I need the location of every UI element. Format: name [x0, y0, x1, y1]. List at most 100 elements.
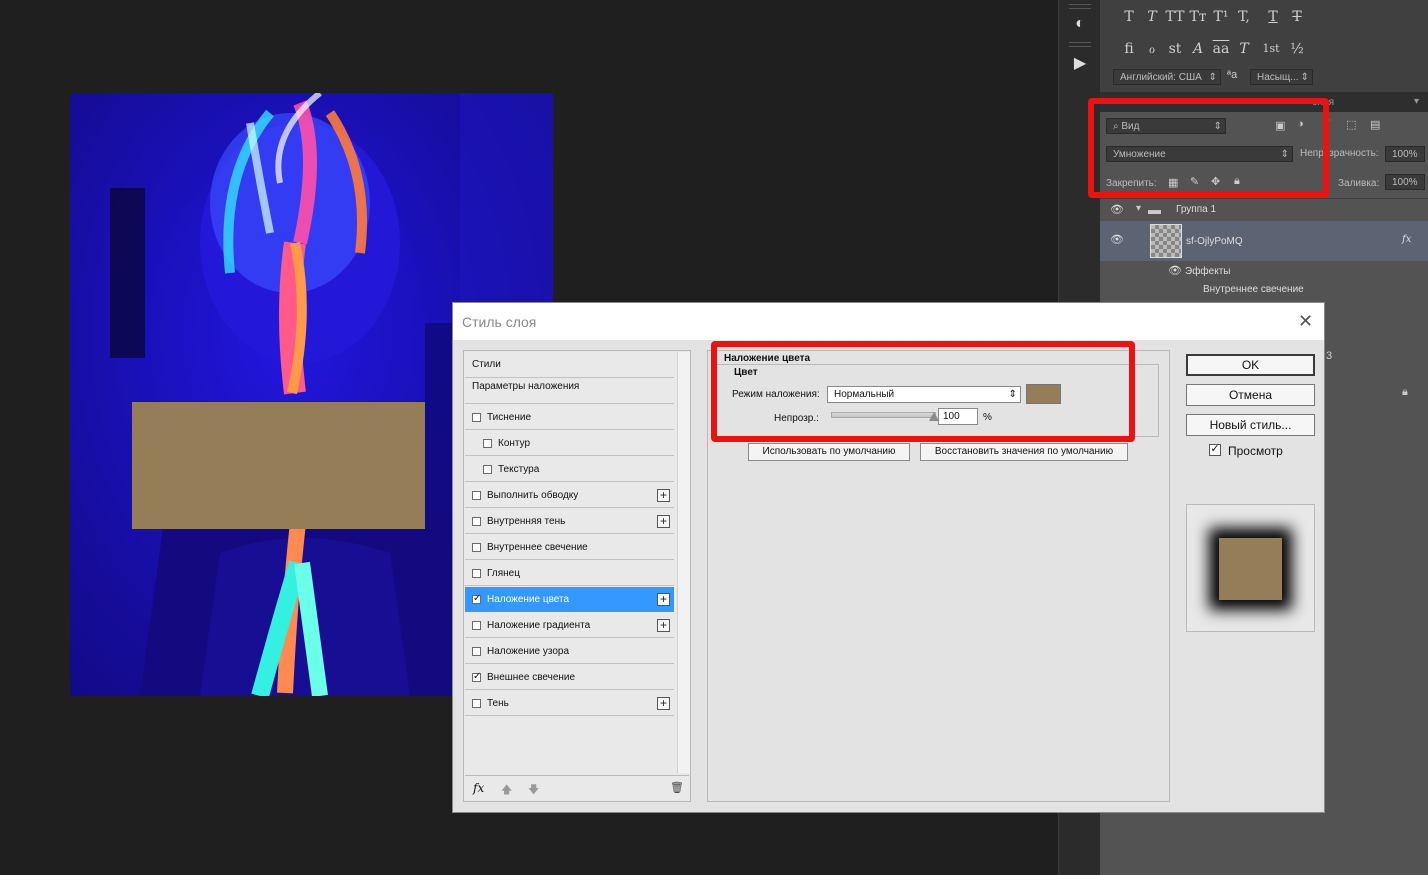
group-name: Группа 1: [1176, 204, 1217, 215]
style-checkbox[interactable]: [472, 491, 481, 500]
opacity-field[interactable]: 100%: [1385, 146, 1425, 162]
character-panel: T T TT Tт T¹ T, T T fi ℴ st A aa T 1st ½…: [1100, 0, 1428, 92]
old-style-icon[interactable]: ℴ: [1141, 38, 1163, 60]
style-list-item[interactable]: Наложение градиента +: [465, 613, 674, 638]
titling-alternates-icon[interactable]: T: [1233, 38, 1255, 60]
move-down-icon[interactable]: 🡇: [528, 781, 539, 800]
style-list-item[interactable]: Внутренняя тень +: [465, 509, 674, 534]
antialias-select[interactable]: Насыщ... ⇕: [1250, 69, 1313, 85]
style-checkbox[interactable]: [472, 569, 481, 578]
add-style-plus-icon[interactable]: +: [657, 697, 670, 710]
styles-list: Стили Параметры наложения Тиснение Контур…: [463, 350, 691, 802]
effect-name: Внутреннее свечение: [1203, 284, 1304, 295]
list-item-label: Параметры наложения: [472, 381, 580, 392]
layer-name: sf-OjlyPoMQ: [1186, 236, 1243, 247]
fx-badge[interactable]: fx: [1402, 234, 1411, 245]
cancel-button[interactable]: Отмена: [1186, 384, 1315, 406]
ligatures-icon[interactable]: fi: [1118, 38, 1140, 60]
list-item-label: Стили: [472, 359, 501, 370]
visibility-eye-icon[interactable]: 👁︎: [1110, 235, 1124, 246]
style-list-item[interactable]: Тиснение: [465, 405, 674, 430]
effects-label: Эффекты: [1185, 266, 1231, 277]
expand-triangle-icon[interactable]: ▾: [1136, 203, 1141, 214]
opacity-value: 100%: [1392, 149, 1418, 160]
style-list-item[interactable]: ✓ Внешнее свечение: [465, 665, 674, 690]
add-style-plus-icon[interactable]: +: [657, 489, 670, 502]
dock-grip[interactable]: [1069, 42, 1091, 47]
style-list-item[interactable]: Выполнить обводку +: [465, 483, 674, 508]
style-preview: [1186, 504, 1315, 632]
list-item-blending-options[interactable]: Параметры наложения: [465, 378, 674, 404]
style-list-item[interactable]: ✓ Наложение цвета +: [465, 587, 674, 612]
restore-default-button[interactable]: Восстановить значения по умолчанию: [920, 443, 1128, 461]
style-list-item[interactable]: Глянец: [465, 561, 674, 586]
style-list-item-label: Наложение узора: [487, 646, 570, 657]
style-checkbox[interactable]: ✓: [472, 594, 481, 604]
visibility-eye-icon[interactable]: 👁︎: [1110, 205, 1124, 216]
play-actions-icon[interactable]: ▶: [1067, 54, 1093, 74]
list-scrollbar[interactable]: [677, 352, 690, 773]
adjustments-icon[interactable]: ◐: [1067, 14, 1093, 34]
faux-bold-icon[interactable]: T: [1118, 6, 1140, 28]
add-style-plus-icon[interactable]: +: [657, 515, 670, 528]
small-caps-icon[interactable]: Tт: [1187, 6, 1209, 28]
highlight-box-layers: [1088, 98, 1329, 198]
style-list-item[interactable]: Внутреннее свечение: [465, 535, 674, 560]
stylistic-alternates-icon[interactable]: aa: [1210, 38, 1232, 60]
style-checkbox[interactable]: [483, 465, 492, 474]
list-item-styles[interactable]: Стили: [465, 352, 674, 378]
style-checkbox[interactable]: [472, 621, 481, 630]
fractions-icon[interactable]: ½: [1286, 38, 1308, 60]
strikethrough-icon[interactable]: T: [1286, 6, 1308, 28]
style-list-item[interactable]: Наложение узора: [465, 639, 674, 664]
style-checkbox[interactable]: [472, 699, 481, 708]
ordinals-icon[interactable]: 1st: [1260, 38, 1282, 60]
fx-menu-button[interactable]: fx: [473, 781, 484, 795]
style-checkbox[interactable]: [472, 647, 481, 656]
ok-button[interactable]: OK: [1186, 354, 1315, 376]
effects-row[interactable]: 👁︎ Эффекты: [1100, 263, 1428, 281]
folder-icon: ▬: [1148, 202, 1161, 217]
style-list-item-label: Внешнее свечение: [487, 672, 576, 683]
layer-thumbnail: [1150, 224, 1182, 258]
superscript-icon[interactable]: T¹: [1210, 6, 1232, 28]
preview-checkbox[interactable]: ✓: [1209, 444, 1221, 456]
discretionary-ligatures-icon[interactable]: st: [1164, 38, 1186, 60]
language-select[interactable]: Английский: США ⇕: [1113, 69, 1221, 85]
trash-icon[interactable]: 🗑︎: [670, 781, 684, 794]
style-checkbox[interactable]: [472, 413, 481, 422]
subscript-icon[interactable]: T,: [1233, 6, 1255, 28]
dialog-titlebar[interactable]: Стиль слоя ✕: [453, 303, 1324, 340]
style-checkbox[interactable]: ✓: [472, 672, 481, 682]
swash-icon[interactable]: A: [1187, 38, 1209, 60]
panel-menu-icon[interactable]: ▾: [1414, 96, 1419, 107]
all-caps-icon[interactable]: TT: [1164, 6, 1186, 28]
fill-field[interactable]: 100%: [1385, 174, 1425, 190]
style-list-item[interactable]: Текстура: [465, 457, 674, 482]
smart-object-filter-icon[interactable]: ▤: [1370, 118, 1380, 131]
shape-filter-icon[interactable]: ⬚: [1346, 118, 1356, 131]
style-checkbox[interactable]: [472, 543, 481, 552]
underline-icon[interactable]: T: [1262, 6, 1284, 28]
use-default-button[interactable]: Использовать по умолчанию: [748, 443, 910, 461]
layer-row-group[interactable]: 👁︎ ▾ ▬ Группа 1: [1100, 198, 1428, 221]
style-checkbox[interactable]: [472, 517, 481, 526]
close-icon[interactable]: ✕: [1298, 311, 1313, 332]
faux-italic-icon[interactable]: T: [1141, 6, 1163, 28]
dock-grip[interactable]: [1069, 4, 1091, 9]
preview-label: Просмотр: [1228, 444, 1283, 458]
layer-row-selected[interactable]: 👁︎ sf-OjlyPoMQ fx: [1100, 221, 1428, 261]
new-style-button[interactable]: Новый стиль...: [1186, 414, 1315, 436]
add-style-plus-icon[interactable]: +: [657, 593, 670, 606]
move-up-icon[interactable]: 🡅: [501, 781, 512, 800]
style-list-item[interactable]: Тень +: [465, 691, 674, 716]
antialias-value: Насыщ...: [1257, 72, 1299, 83]
visibility-eye-icon[interactable]: 👁︎: [1168, 266, 1182, 277]
partial-layer-text: 3: [1326, 350, 1333, 362]
style-checkbox[interactable]: [483, 439, 492, 448]
effect-row-inner-glow[interactable]: Внутреннее свечение: [1100, 282, 1428, 300]
dialog-title: Стиль слоя: [462, 314, 537, 330]
add-style-plus-icon[interactable]: +: [657, 619, 670, 632]
style-list-item-label: Тиснение: [487, 412, 532, 423]
style-list-item[interactable]: Контур: [465, 431, 674, 456]
